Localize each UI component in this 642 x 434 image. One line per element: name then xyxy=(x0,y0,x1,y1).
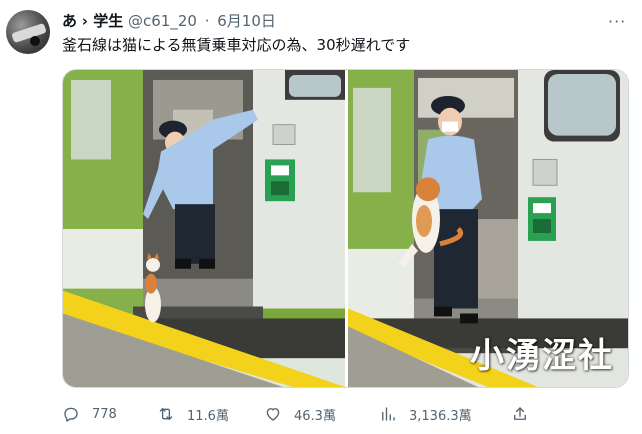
retweet-button[interactable]: 11.6萬 xyxy=(157,400,229,428)
reply-count: 778 xyxy=(92,406,117,422)
retweet-count: 11.6萬 xyxy=(187,408,229,424)
avatar-dot xyxy=(30,36,40,46)
share-button[interactable] xyxy=(511,400,541,428)
like-count: 46.3萬 xyxy=(294,408,336,424)
action-bar: 778 11.6萬 46.3萬 3,136.3萬 xyxy=(62,400,542,428)
tweet-text: 釜石線は猫による無賃乗車対応の為、30秒遅れです xyxy=(62,36,411,54)
tweet-date[interactable]: 6月10日 xyxy=(217,12,276,30)
avatar-strap xyxy=(11,22,47,44)
media-grid: 小湧涩社 xyxy=(62,69,629,388)
display-name[interactable]: あ xyxy=(62,12,77,30)
photo-left[interactable] xyxy=(63,70,345,387)
heart-icon xyxy=(266,408,280,421)
user-handle[interactable]: @c61_20 xyxy=(128,12,197,30)
photo-left-image xyxy=(63,70,345,387)
views-button[interactable]: 3,136.3萬 xyxy=(379,400,472,428)
watermark-text: 小湧涩社 xyxy=(470,336,614,376)
views-count: 3,136.3萬 xyxy=(409,408,472,424)
tweet-header: あ › 学生 @c61_20 · 6月10日 xyxy=(62,11,276,31)
reply-icon xyxy=(64,407,78,422)
display-name-suffix[interactable]: › 学生 xyxy=(82,12,123,30)
reply-button[interactable]: 778 xyxy=(62,400,117,428)
header-separator: · xyxy=(204,12,210,30)
share-icon xyxy=(514,407,526,420)
more-dots-icon[interactable]: ··· xyxy=(608,12,626,31)
retweet-icon xyxy=(159,408,173,420)
avatar[interactable] xyxy=(6,10,50,54)
views-chart-icon xyxy=(382,407,395,421)
like-button[interactable]: 46.3萬 xyxy=(264,400,336,428)
